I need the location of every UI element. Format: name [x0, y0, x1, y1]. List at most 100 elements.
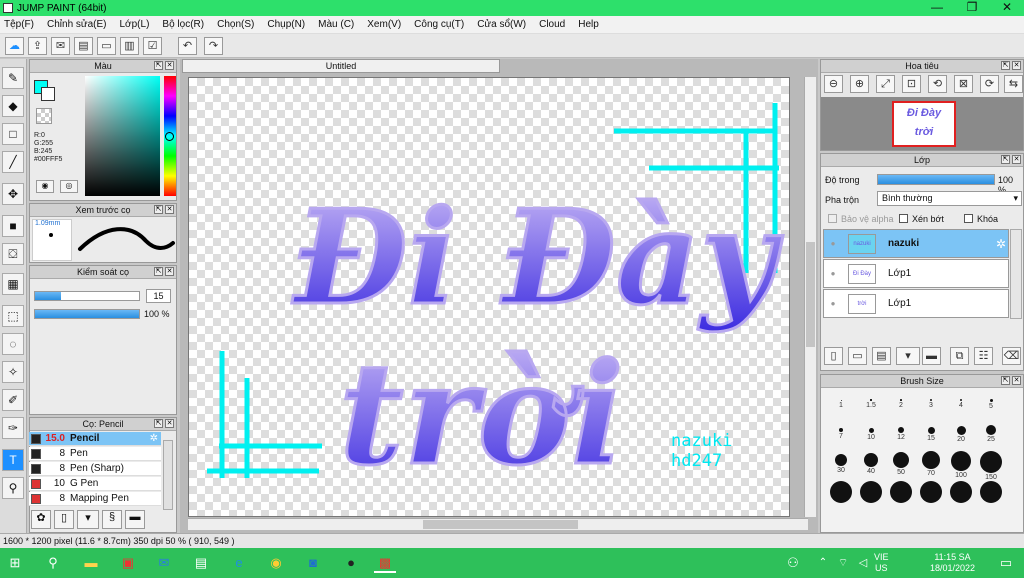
- comment-icon[interactable]: ✉: [51, 37, 70, 55]
- brush-size-option[interactable]: 2: [887, 391, 915, 419]
- brush-size-option[interactable]: 1.5: [857, 391, 885, 419]
- select-pen-icon[interactable]: ✐: [2, 389, 24, 411]
- trash-icon[interactable]: ⌫: [1002, 347, 1021, 365]
- menu-file[interactable]: Tệp(F): [4, 19, 34, 30]
- menu-cloud[interactable]: Cloud: [539, 19, 565, 30]
- close-panel-icon[interactable]: ✕: [165, 267, 174, 276]
- brush-size-option[interactable]: [917, 481, 945, 509]
- gear-icon[interactable]: ✲: [150, 432, 158, 446]
- folder-icon[interactable]: ▬: [922, 347, 941, 365]
- network-icon[interactable]: ⌔: [832, 553, 854, 573]
- eyedropper-tool-icon[interactable]: ⚲: [2, 477, 24, 499]
- pages-icon[interactable]: ▥: [120, 37, 139, 55]
- saturation-value-picker[interactable]: [85, 76, 160, 196]
- gradient-tool-icon[interactable]: ▦: [2, 273, 24, 295]
- close-panel-icon[interactable]: ✕: [1012, 155, 1021, 164]
- brush-size-value[interactable]: 15: [146, 289, 171, 303]
- float-icon[interactable]: ⇱: [1001, 155, 1010, 164]
- lock-checkbox[interactable]: [964, 214, 973, 223]
- text-tool-icon[interactable]: T: [2, 449, 24, 471]
- edge-icon[interactable]: e: [228, 553, 250, 573]
- move-tool-icon[interactable]: ✥: [2, 183, 24, 205]
- bucket-tool-icon[interactable]: ⛋: [2, 243, 24, 265]
- merge-icon[interactable]: ⧉: [950, 347, 969, 365]
- brush-item-pen-sharp[interactable]: 8 Pen (Sharp): [29, 462, 161, 476]
- redo-icon[interactable]: ↷: [204, 37, 223, 55]
- select-rect-icon[interactable]: ⬚: [2, 305, 24, 327]
- vertical-scroll-thumb[interactable]: [806, 242, 815, 347]
- float-icon[interactable]: ⇱: [1001, 376, 1010, 385]
- layer-settings-icon[interactable]: ☷: [974, 347, 993, 365]
- actual-size-icon[interactable]: ⊡: [902, 75, 921, 93]
- menu-select[interactable]: Chọn(S): [217, 19, 254, 30]
- background-color-swatch[interactable]: [41, 87, 55, 101]
- brush-list-scrollbar[interactable]: [163, 440, 173, 510]
- menu-layer[interactable]: Lớp(L): [120, 19, 150, 30]
- brush-size-option[interactable]: 5: [977, 391, 1005, 419]
- close-panel-icon[interactable]: ✕: [1012, 376, 1021, 385]
- zoom-out-icon[interactable]: ⊖: [824, 75, 843, 93]
- clock[interactable]: 11:15 SA 18/01/2022: [930, 552, 975, 574]
- brush-item-mapping-pen[interactable]: 8 Mapping Pen: [29, 492, 161, 506]
- brush-size-option[interactable]: 100: [947, 451, 975, 479]
- blend-mode-select[interactable]: Bình thường ▾: [877, 191, 1022, 206]
- search-icon[interactable]: ⚲: [42, 553, 64, 573]
- notification-icon[interactable]: ▭: [995, 553, 1017, 573]
- brush-size-option[interactable]: [857, 481, 885, 509]
- chrome-icon[interactable]: ◉: [265, 553, 287, 573]
- magic-wand-icon[interactable]: ✧: [2, 361, 24, 383]
- menu-capture[interactable]: Chụp(N): [267, 19, 305, 30]
- zoom-in-icon[interactable]: ⊕: [850, 75, 869, 93]
- visibility-icon[interactable]: ●: [824, 239, 842, 248]
- new-brush-icon[interactable]: ▯: [54, 510, 74, 529]
- start-icon[interactable]: ⊞: [4, 553, 26, 573]
- fit-icon[interactable]: ⤢: [876, 75, 895, 93]
- language-indicator[interactable]: VIE US: [874, 552, 889, 574]
- brush-size-option[interactable]: 10: [857, 421, 885, 449]
- rectangle-tool-icon[interactable]: □: [2, 123, 24, 145]
- volume-icon[interactable]: ◁: [852, 553, 874, 573]
- float-icon[interactable]: ⇱: [154, 267, 163, 276]
- float-icon[interactable]: ⇱: [154, 205, 163, 214]
- page-icon[interactable]: ▭: [97, 37, 116, 55]
- gear-icon[interactable]: ✲: [996, 237, 1006, 251]
- brush-size-option[interactable]: 150: [977, 451, 1005, 481]
- drawing-canvas[interactable]: Đi Đày trời nazuki hd247: [188, 77, 790, 517]
- brush-size-option[interactable]: 15: [917, 421, 945, 449]
- brush-size-option[interactable]: [827, 481, 855, 509]
- color-history-icon[interactable]: ◎: [60, 180, 78, 193]
- brush-size-option[interactable]: 20: [947, 421, 975, 449]
- brush-size-option[interactable]: 25: [977, 421, 1005, 449]
- layer-list-scrollbar[interactable]: [1010, 229, 1022, 319]
- brush-settings-icon[interactable]: ✿: [31, 510, 51, 529]
- checklist-icon[interactable]: ☑: [143, 37, 162, 55]
- visibility-icon[interactable]: ●: [824, 269, 842, 278]
- zalo-icon[interactable]: ◙: [302, 553, 324, 573]
- brush-size-option[interactable]: [947, 481, 975, 509]
- float-icon[interactable]: ⇱: [1001, 61, 1010, 70]
- brush-size-slider[interactable]: [34, 291, 140, 301]
- navigator-thumbnail[interactable]: Đi Đày trời: [892, 101, 956, 147]
- brush-item-g-pen[interactable]: 10 G Pen: [29, 477, 161, 491]
- brush-size-option[interactable]: 40: [857, 451, 885, 479]
- flip-icon[interactable]: ⇆: [1004, 75, 1023, 93]
- brush-size-option[interactable]: 30: [827, 451, 855, 479]
- maximize-button[interactable]: ❐: [955, 0, 989, 16]
- horizontal-scroll-thumb[interactable]: [423, 520, 578, 529]
- eraser-tool-icon[interactable]: ◆: [2, 95, 24, 117]
- brush-size-option[interactable]: 70: [917, 451, 945, 479]
- fill-rect-tool-icon[interactable]: ■: [2, 215, 24, 237]
- undo-icon[interactable]: ↶: [178, 37, 197, 55]
- brush-size-option[interactable]: [977, 481, 1005, 509]
- add-brush-icon[interactable]: ▾: [77, 510, 99, 529]
- menu-filter[interactable]: Bộ lọc(R): [162, 19, 204, 30]
- protect-alpha-checkbox[interactable]: [828, 214, 837, 223]
- brush-item-pencil[interactable]: 15.0 Pencil ✲: [29, 432, 161, 446]
- brush-size-option[interactable]: 3: [917, 391, 945, 419]
- select-lasso-icon[interactable]: ◌: [2, 333, 24, 355]
- brush-folder-icon[interactable]: ▬: [125, 510, 145, 529]
- brush-size-option[interactable]: 1: [827, 391, 855, 419]
- close-panel-icon[interactable]: ✕: [165, 205, 174, 214]
- close-panel-icon[interactable]: ✕: [165, 61, 174, 70]
- line-tool-icon[interactable]: ╱: [2, 151, 24, 173]
